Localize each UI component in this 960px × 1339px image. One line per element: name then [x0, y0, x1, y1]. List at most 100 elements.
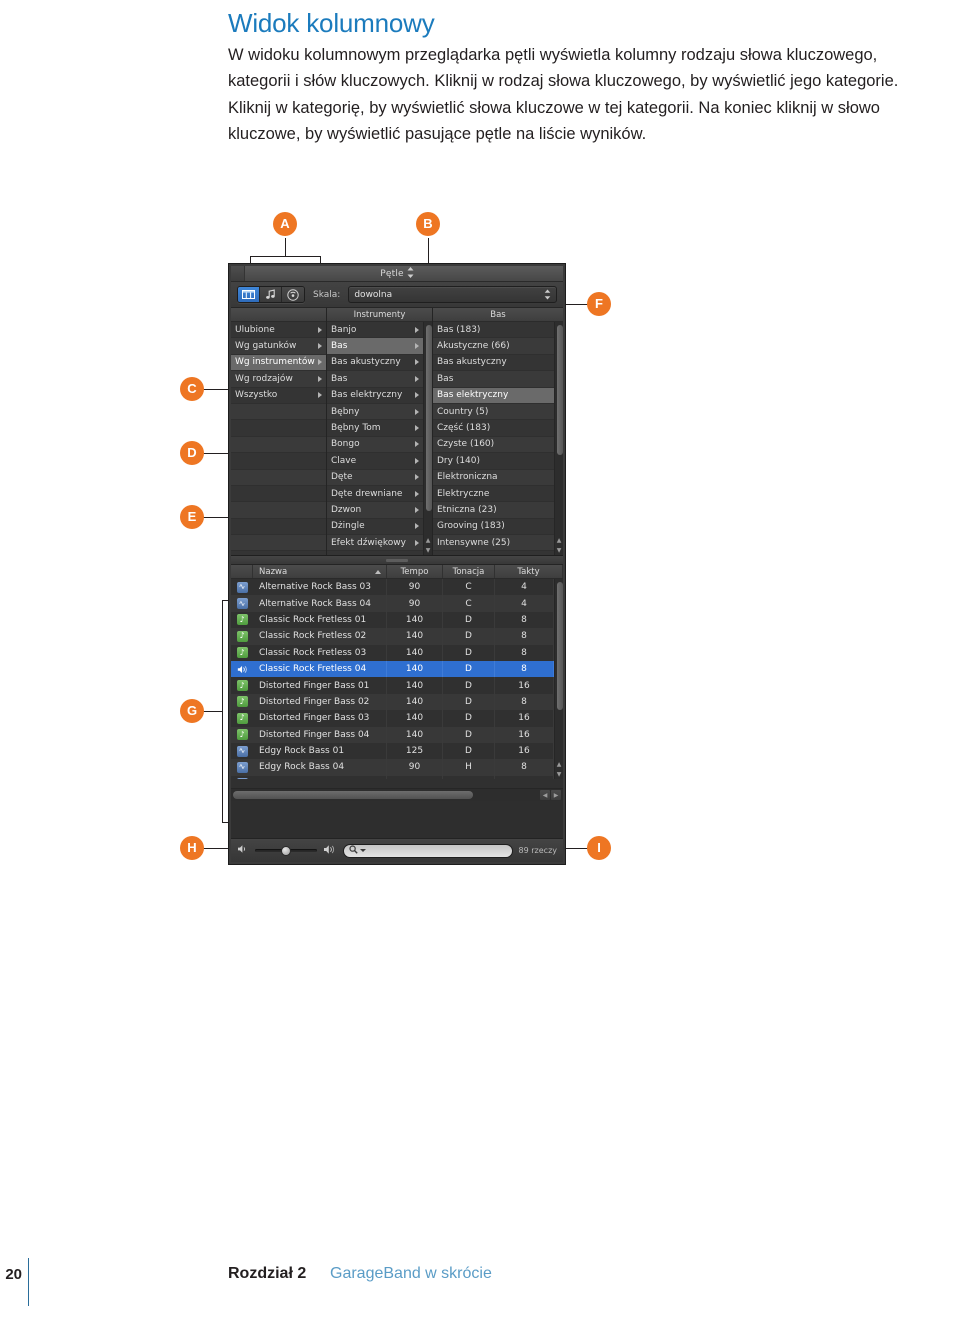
column-item[interactable]: Dzwon	[327, 502, 423, 519]
search-dropdown-caret-icon[interactable]	[360, 849, 366, 852]
column-item[interactable]: Ulubione	[231, 322, 326, 339]
column-item[interactable]: Wg gatunków	[231, 338, 326, 355]
row-name: Classic Rock Fretless 02	[253, 628, 387, 645]
column-list-2[interactable]: Banjo Bas Bas akustyczny Bas Bas elektry…	[327, 322, 423, 555]
chevron-right-icon	[318, 392, 322, 399]
scroll-down-arrow-icon[interactable]: ▼	[555, 770, 563, 779]
scroll-right-arrow-icon[interactable]: ▶	[551, 790, 561, 800]
table-row[interactable]: ∿ Edgy Rock Bass 01 125 D 16	[231, 742, 554, 760]
column-item[interactable]: Intensywne (25)	[433, 535, 554, 552]
column-item[interactable]: Bębny	[327, 403, 423, 421]
search-icon[interactable]	[349, 844, 358, 857]
table-row[interactable]: ♪ Classic Rock Fretless 01 140 D 8	[231, 611, 554, 629]
scale-select[interactable]: dowolna	[348, 286, 557, 303]
column-item[interactable]: Bębny Tom	[327, 420, 423, 437]
results-header-key[interactable]: Tonacja	[443, 565, 495, 578]
window-stepper-icon[interactable]	[407, 267, 414, 280]
column-item[interactable]: Clave	[327, 453, 423, 470]
column-item-selected[interactable]: Wg instrumentów	[231, 354, 326, 372]
columns-view-button[interactable]	[238, 287, 260, 302]
scrollbar-thumb[interactable]	[425, 325, 432, 511]
results-header-name[interactable]: Nazwa	[253, 565, 387, 578]
table-row[interactable]: ∿ Alternative Rock Bass 04 90 C 4	[231, 595, 554, 612]
column-item[interactable]: Bas akustyczny	[327, 355, 423, 372]
column-item[interactable]: Bas	[327, 371, 423, 388]
scroll-up-arrow-icon[interactable]: ▲	[424, 536, 432, 545]
scroll-down-arrow-icon[interactable]: ▼	[555, 546, 563, 555]
column-item[interactable]: Dęte	[327, 469, 423, 486]
scroll-down-arrow-icon[interactable]: ▼	[424, 546, 432, 555]
scrollbar-thumb[interactable]	[556, 325, 563, 455]
column-item[interactable]: Dry (140)	[433, 453, 554, 470]
results-header-beats[interactable]: Takty	[495, 565, 563, 578]
search-input[interactable]	[343, 843, 513, 858]
leader-line-g-stem	[202, 711, 222, 712]
scale-stepper-icon[interactable]	[544, 289, 551, 300]
column-item[interactable]: Bas (183)	[433, 322, 554, 339]
column-item[interactable]: Country (5)	[433, 403, 554, 421]
column-item[interactable]: Elektryczne	[433, 486, 554, 503]
column-list-3[interactable]: Bas (183) Akustyczne (66) Bas akustyczny…	[433, 322, 554, 555]
column-item[interactable]: Wszystko	[231, 388, 326, 404]
column-item[interactable]: Bas akustyczny	[433, 355, 554, 372]
window-titlebar[interactable]: Pętle	[231, 266, 563, 282]
column-item[interactable]: Bas	[433, 371, 554, 388]
column-item-selected[interactable]: Bas	[327, 338, 423, 355]
row-name: Edgy Rock Bass 01	[253, 742, 387, 760]
row-tempo: 125	[387, 742, 443, 760]
volume-slider-knob[interactable]	[281, 845, 291, 856]
column-item[interactable]: Część (183)	[433, 420, 554, 437]
blue-wave-icon: ∿	[236, 598, 248, 610]
column-item[interactable]: Efekt dźwiękowy	[327, 535, 423, 552]
pane-splitter[interactable]	[231, 556, 563, 565]
column-item[interactable]: Czyste (160)	[433, 436, 554, 454]
table-row[interactable]: ♪ Classic Rock Fretless 02 140 D 8	[231, 628, 554, 645]
column-2-scrollbar[interactable]: ▲ ▼	[423, 322, 432, 555]
column-list-1[interactable]: Ulubione Wg gatunków Wg instrumentów Wg …	[231, 322, 326, 555]
loop-browser-toolbar: Skala: dowolna	[231, 282, 563, 308]
column-item[interactable]: Bongo	[327, 436, 423, 454]
speaker-icon[interactable]	[237, 664, 248, 675]
hscroll-buttons[interactable]: ◀ ▶	[540, 790, 561, 800]
column-item[interactable]: Akustyczne (66)	[433, 338, 554, 355]
results-header-tempo[interactable]: Tempo	[387, 565, 443, 578]
scrollbar-thumb[interactable]	[233, 791, 473, 799]
scroll-up-arrow-icon[interactable]: ▲	[555, 760, 563, 769]
row-type-icon-cell[interactable]	[231, 661, 253, 677]
table-row[interactable]: ♪ Distorted Finger Bass 01 140 D 16	[231, 677, 554, 694]
table-row[interactable]: ∿ Alternative Rock Bass 03 90 C 4	[231, 579, 554, 596]
table-row[interactable]: ♪ Classic Rock Fretless 03 140 D 8	[231, 644, 554, 661]
results-vertical-scrollbar[interactable]: ▲ ▼	[554, 579, 563, 779]
podcast-view-button[interactable]	[282, 287, 304, 302]
column-item[interactable]: Wg rodzajów	[231, 371, 326, 388]
column-item[interactable]: Bas elektryczny	[327, 388, 423, 404]
splitter-grip-icon	[386, 558, 408, 562]
column-item[interactable]: Etniczna (23)	[433, 502, 554, 519]
scroll-up-arrow-icon[interactable]: ▲	[555, 536, 563, 545]
table-row[interactable]: ∿ Edgy Rock Bass 04 90 H 8	[231, 759, 554, 776]
view-mode-segmented-control[interactable]	[237, 286, 305, 303]
column-item[interactable]: Dęte drewniane	[327, 486, 423, 503]
column-item[interactable]: Dżingle	[327, 519, 423, 536]
music-view-button[interactable]	[260, 287, 282, 302]
row-name: Classic Rock Fretless 04	[253, 660, 387, 678]
table-row[interactable]: ♪ Distorted Finger Bass 03 140 D 16	[231, 710, 554, 727]
results-horizontal-scrollbar[interactable]: ◀ ▶	[231, 788, 563, 801]
table-row[interactable]: ∿ Edgy Rock Bass 06 100 D 8	[231, 775, 554, 779]
table-row-selected[interactable]: Classic Rock Fretless 04 140 D 8	[231, 660, 554, 678]
scroll-left-arrow-icon[interactable]: ◀	[540, 790, 550, 800]
column-item-label: Czyste (160)	[437, 439, 495, 450]
column-item[interactable]: Banjo	[327, 322, 423, 339]
table-row[interactable]: ♪ Distorted Finger Bass 04 140 D 16	[231, 726, 554, 743]
results-body[interactable]: ∿ Alternative Rock Bass 03 90 C 4 ∿ Alte…	[231, 579, 554, 779]
column-item[interactable]: Grooving (183)	[433, 519, 554, 536]
column-item[interactable]: Elektroniczna	[433, 469, 554, 486]
column-3-scrollbar[interactable]: ▲ ▼	[554, 322, 563, 555]
column-item-selected[interactable]: Bas elektryczny	[433, 387, 554, 404]
scrollbar-thumb[interactable]	[556, 582, 563, 710]
blue-wave-icon: ∿	[236, 761, 248, 773]
row-beats: 8	[495, 628, 554, 645]
volume-slider[interactable]	[255, 845, 317, 856]
table-row[interactable]: ♪ Distorted Finger Bass 02 140 D 8	[231, 693, 554, 711]
page-text-block: Widok kolumnowy W widoku kolumnowym prze…	[228, 0, 944, 148]
